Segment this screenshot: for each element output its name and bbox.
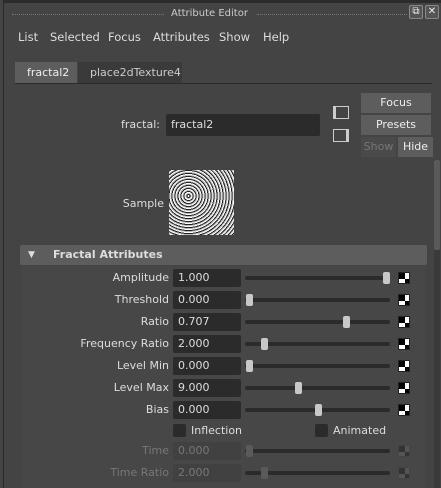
attribute-row: Time Ratio 2.000	[0, 463, 441, 483]
map-texture-icon[interactable]	[398, 360, 410, 372]
node-name-label: fractal:	[121, 118, 160, 131]
window-title: Attribute Editor	[165, 8, 254, 19]
slider-thumb[interactable]	[342, 316, 350, 328]
attribute-value-field[interactable]: 9.000	[173, 379, 241, 397]
output-connections-icon[interactable]	[333, 129, 349, 142]
attribute-value-field[interactable]: 0.000	[173, 291, 241, 309]
focus-button[interactable]: Focus	[361, 93, 431, 113]
attribute-label: Level Max	[113, 381, 169, 394]
map-texture-icon[interactable]	[398, 272, 410, 284]
attribute-label: Threshold	[114, 293, 169, 306]
sample-swatch[interactable]	[169, 170, 234, 235]
menu-help[interactable]: Help	[263, 30, 289, 44]
attribute-slider[interactable]	[245, 360, 390, 372]
menu-attributes[interactable]: Attributes	[153, 30, 210, 44]
tab-fractal2[interactable]: fractal2	[15, 62, 77, 83]
slider-thumb[interactable]	[314, 404, 322, 416]
sample-label: Sample	[122, 197, 164, 210]
attribute-label: Time	[142, 444, 169, 457]
attribute-value-field[interactable]: 1.000	[173, 269, 241, 287]
inflection-checkbox[interactable]	[173, 424, 186, 437]
attribute-slider[interactable]	[245, 445, 390, 457]
attribute-value-field[interactable]: 0.000	[173, 401, 241, 419]
attribute-label: Time Ratio	[110, 466, 169, 479]
slider-thumb[interactable]	[261, 467, 269, 479]
animated-checkbox[interactable]	[315, 424, 328, 437]
attribute-slider[interactable]	[245, 382, 390, 394]
attribute-label: Bias	[145, 403, 169, 416]
menu-selected[interactable]: Selected	[50, 30, 100, 44]
map-texture-icon[interactable]	[398, 445, 410, 457]
slider-thumb[interactable]	[246, 445, 253, 457]
attribute-slider[interactable]	[245, 272, 390, 284]
attribute-value-field[interactable]: 0.000	[173, 442, 241, 460]
attribute-label: Level Min	[116, 359, 169, 372]
attribute-value-field[interactable]: 2.000	[173, 464, 241, 482]
tab-place2dtexture4[interactable]: place2dTexture4	[78, 62, 182, 83]
slider-thumb[interactable]	[246, 360, 253, 372]
attribute-value-field[interactable]: 0.707	[173, 313, 241, 331]
title-bar: Attribute Editor	[12, 8, 407, 22]
attribute-row: Time 0.000	[0, 441, 441, 461]
presets-button[interactable]: Presets	[361, 115, 431, 135]
attribute-row: Ratio 0.707	[0, 312, 441, 332]
attribute-row: Amplitude 1.000	[0, 268, 441, 288]
fractal-attributes-header[interactable]: ▼ Fractal Attributes	[20, 245, 427, 265]
float-window-icon[interactable]: ⧉	[409, 5, 423, 19]
slider-thumb[interactable]	[383, 272, 390, 284]
scrollbar[interactable]	[434, 160, 440, 488]
map-texture-icon[interactable]	[398, 404, 410, 416]
slider-thumb[interactable]	[295, 382, 303, 394]
attribute-label: Amplitude	[112, 271, 169, 284]
attribute-row: Frequency Ratio 2.000	[0, 334, 441, 354]
attribute-slider[interactable]	[245, 404, 390, 416]
map-texture-icon[interactable]	[398, 382, 410, 394]
input-connections-icon[interactable]	[333, 106, 349, 119]
attribute-row: Level Max 9.000	[0, 378, 441, 398]
tab-divider	[15, 83, 432, 84]
title-grip-right	[257, 14, 407, 16]
attribute-slider[interactable]	[245, 294, 390, 306]
attribute-value-field[interactable]: 2.000	[173, 335, 241, 353]
menu-focus[interactable]: Focus	[108, 30, 141, 44]
attribute-slider[interactable]	[245, 316, 390, 328]
map-texture-icon[interactable]	[398, 338, 410, 350]
show-button[interactable]: Show	[361, 137, 396, 157]
attribute-slider[interactable]	[245, 467, 390, 479]
map-texture-icon[interactable]	[398, 294, 410, 306]
animated-label: Animated	[333, 424, 387, 437]
menu-show[interactable]: Show	[219, 30, 250, 44]
attribute-value-field[interactable]: 0.000	[173, 357, 241, 375]
attribute-row: Threshold 0.000	[0, 290, 441, 310]
close-icon[interactable]: ✕	[425, 5, 439, 19]
menu-list[interactable]: List	[18, 30, 38, 44]
node-name-field[interactable]: fractal2	[166, 114, 320, 136]
slider-thumb[interactable]	[261, 338, 269, 350]
map-texture-icon[interactable]	[398, 316, 410, 328]
section-title: Fractal Attributes	[53, 248, 163, 261]
hide-button[interactable]: Hide	[398, 137, 433, 157]
scrollbar-thumb[interactable]	[434, 160, 440, 250]
slider-thumb[interactable]	[246, 294, 253, 306]
attribute-label: Ratio	[140, 315, 169, 328]
map-texture-icon[interactable]	[398, 467, 410, 479]
attribute-label: Frequency Ratio	[80, 337, 169, 350]
attribute-slider[interactable]	[245, 338, 390, 350]
collapse-triangle-icon: ▼	[28, 250, 35, 260]
attribute-row: Bias 0.000	[0, 400, 441, 420]
attribute-row: Level Min 0.000	[0, 356, 441, 376]
inflection-label: Inflection	[191, 424, 243, 437]
title-grip-left	[12, 14, 172, 16]
